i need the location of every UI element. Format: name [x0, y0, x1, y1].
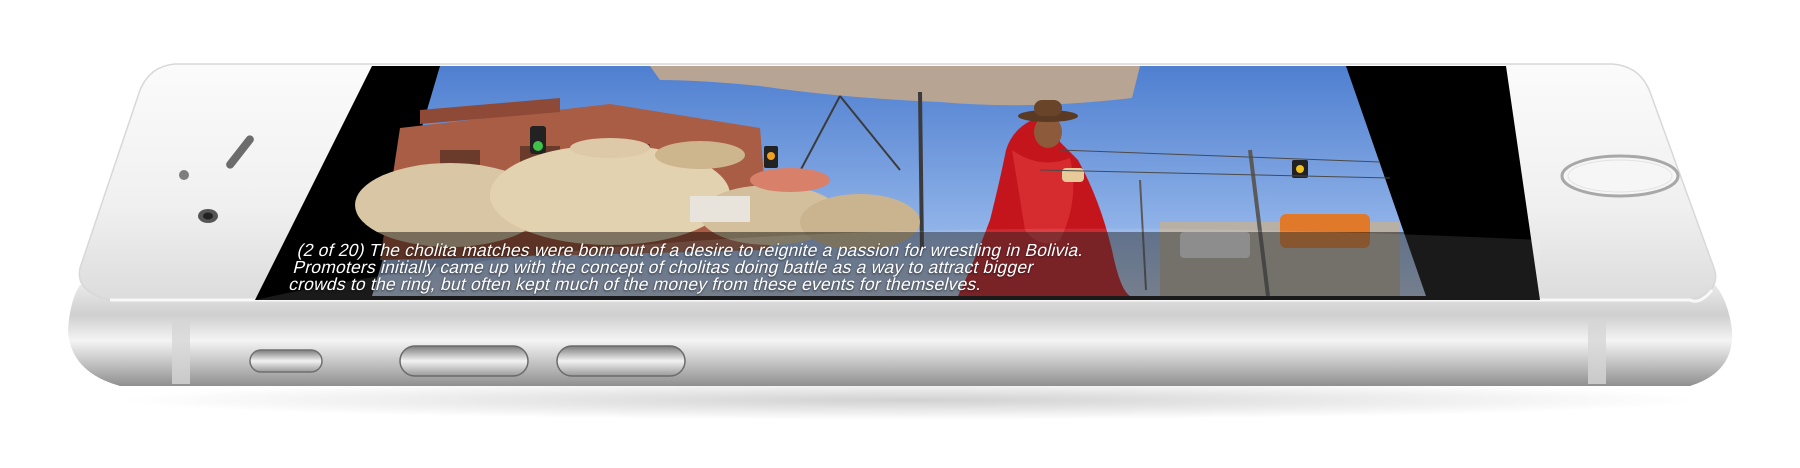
antenna-line-right — [1588, 320, 1606, 384]
home-button — [1560, 154, 1680, 198]
mute-switch — [249, 349, 323, 373]
phone-illustration — [68, 63, 1733, 386]
antenna-line-left — [172, 320, 190, 384]
volume-down-button — [556, 345, 686, 377]
volume-up-button — [399, 345, 529, 377]
photo-caption: (2 of 20) The cholita matches were born … — [287, 240, 1510, 294]
caption-line-3: crowds to the ring, but often kept much … — [287, 274, 985, 294]
photo-bowler-hat — [1034, 100, 1062, 116]
proximity-sensor — [179, 170, 189, 180]
phone-stage: (2 of 20) The cholita matches were born … — [0, 0, 1800, 468]
